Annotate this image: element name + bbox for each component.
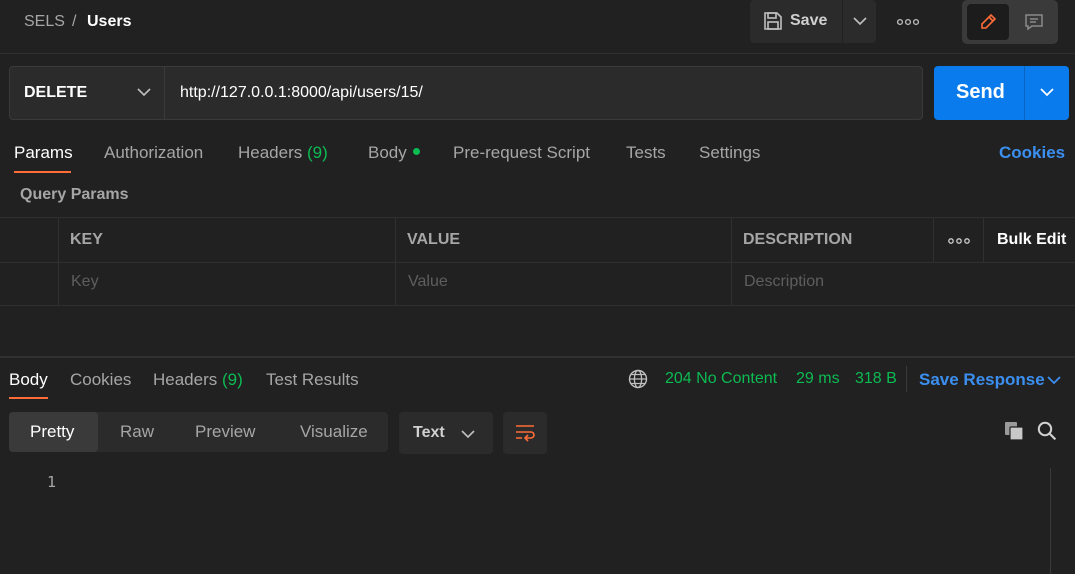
tab-headers-label: Headers <box>238 143 303 162</box>
wrap-lines-button[interactable] <box>503 412 547 454</box>
table-col-divider <box>983 217 984 262</box>
table-col-divider <box>395 217 396 306</box>
body-indicator-dot <box>413 148 420 155</box>
headers-count: (9) <box>307 143 328 162</box>
save-button-group: Save <box>750 0 876 43</box>
active-tab-indicator <box>14 171 71 173</box>
wrap-lines-icon <box>516 425 535 442</box>
ellipsis-icon <box>948 238 970 244</box>
response-tab-headers-label: Headers <box>153 370 218 389</box>
view-raw-button[interactable]: Raw <box>98 412 174 452</box>
chevron-down-icon <box>137 88 151 97</box>
column-header-value: VALUE <box>407 231 461 248</box>
cookies-link[interactable]: Cookies <box>999 143 1065 163</box>
table-col-divider <box>933 217 934 262</box>
view-preview-button[interactable]: Preview <box>174 412 276 452</box>
method-select[interactable]: DELETE <box>10 67 165 119</box>
query-params-title: Query Params <box>20 186 129 203</box>
breadcrumb-separator: / <box>72 13 77 30</box>
response-status[interactable]: 204 No Content <box>665 370 777 388</box>
more-options-button[interactable] <box>888 10 928 34</box>
view-visualize-label: Visualize <box>300 422 368 441</box>
breadcrumb-workspace[interactable]: SELS <box>24 13 65 31</box>
tab-headers[interactable]: Headers (9) <box>238 143 328 163</box>
description-input[interactable]: Description <box>744 273 824 291</box>
view-pretty-button[interactable]: Pretty <box>9 412 98 452</box>
send-button-group: Send <box>934 66 1069 120</box>
response-active-tab-indicator <box>9 397 48 399</box>
edit-mode-button[interactable] <box>967 4 1009 40</box>
view-preview-label: Preview <box>195 422 256 441</box>
tab-body[interactable]: Body <box>368 143 407 163</box>
mode-toggle-group <box>962 0 1058 44</box>
view-visualize-button[interactable]: Visualize <box>276 412 388 452</box>
code-line-number: 1 <box>47 473 57 491</box>
view-raw-label: Raw <box>120 422 155 441</box>
response-view-selector: Pretty Raw Preview Visualize <box>9 412 388 452</box>
send-button[interactable]: Send <box>934 66 1024 120</box>
method-label: DELETE <box>24 84 88 101</box>
response-tab-body[interactable]: Body <box>9 370 48 390</box>
response-pane-divider[interactable] <box>0 356 1075 358</box>
tab-pre-request-script[interactable]: Pre-request Script <box>453 143 590 163</box>
response-tab-headers[interactable]: Headers (9) <box>153 370 243 390</box>
response-format-select[interactable]: Text <box>399 412 493 454</box>
pencil-icon <box>981 13 997 29</box>
chevron-down-icon <box>853 17 867 26</box>
response-tab-test-results[interactable]: Test Results <box>266 370 359 390</box>
ellipsis-icon <box>897 18 919 26</box>
chevron-down-icon <box>461 430 475 439</box>
view-pretty-label: Pretty <box>30 422 75 441</box>
breadcrumb-request-name[interactable]: Users <box>87 13 131 31</box>
comment-mode-button[interactable] <box>1014 4 1054 40</box>
table-col-divider <box>58 217 59 306</box>
key-input[interactable]: Key <box>71 273 99 291</box>
status-separator <box>906 366 907 392</box>
tab-settings[interactable]: Settings <box>699 143 760 163</box>
response-tab-cookies[interactable]: Cookies <box>70 370 131 390</box>
send-label: Send <box>956 81 1005 103</box>
response-time[interactable]: 29 ms <box>796 370 840 388</box>
save-options-button[interactable] <box>843 0 876 43</box>
column-header-key: KEY <box>70 231 103 248</box>
chevron-down-icon[interactable] <box>1047 375 1061 385</box>
table-col-divider <box>731 217 732 306</box>
floppy-disk-icon <box>763 11 783 31</box>
send-options-button[interactable] <box>1025 66 1069 120</box>
column-header-description: DESCRIPTION <box>743 231 853 248</box>
globe-icon[interactable] <box>628 369 648 389</box>
search-icon[interactable] <box>1037 421 1057 441</box>
bulk-edit-button[interactable]: Bulk Edit <box>997 231 1066 249</box>
table-more-button[interactable] <box>947 234 971 248</box>
response-headers-count: (9) <box>222 370 243 389</box>
copy-icon[interactable] <box>1004 421 1024 441</box>
save-button[interactable]: Save <box>750 0 842 43</box>
comment-icon <box>1025 14 1043 31</box>
top-header: SELS / Users Save <box>0 0 1075 54</box>
save-label: Save <box>790 12 828 29</box>
tab-params[interactable]: Params <box>14 143 73 163</box>
value-input[interactable]: Value <box>408 273 448 291</box>
tab-tests[interactable]: Tests <box>626 143 666 163</box>
table-header-border <box>0 262 1075 263</box>
table-top-border <box>0 217 1075 218</box>
response-scrollbar[interactable] <box>1050 468 1051 574</box>
chevron-down-icon <box>1040 88 1054 97</box>
request-url-bar: DELETE http://127.0.0.1:8000/api/users/1… <box>9 66 923 120</box>
table-bottom-border <box>0 305 1075 306</box>
response-size[interactable]: 318 B <box>855 370 897 388</box>
format-label: Text <box>413 424 445 441</box>
save-response-button[interactable]: Save Response <box>919 370 1045 390</box>
tab-authorization[interactable]: Authorization <box>104 143 203 163</box>
url-input[interactable]: http://127.0.0.1:8000/api/users/15/ <box>180 84 423 102</box>
